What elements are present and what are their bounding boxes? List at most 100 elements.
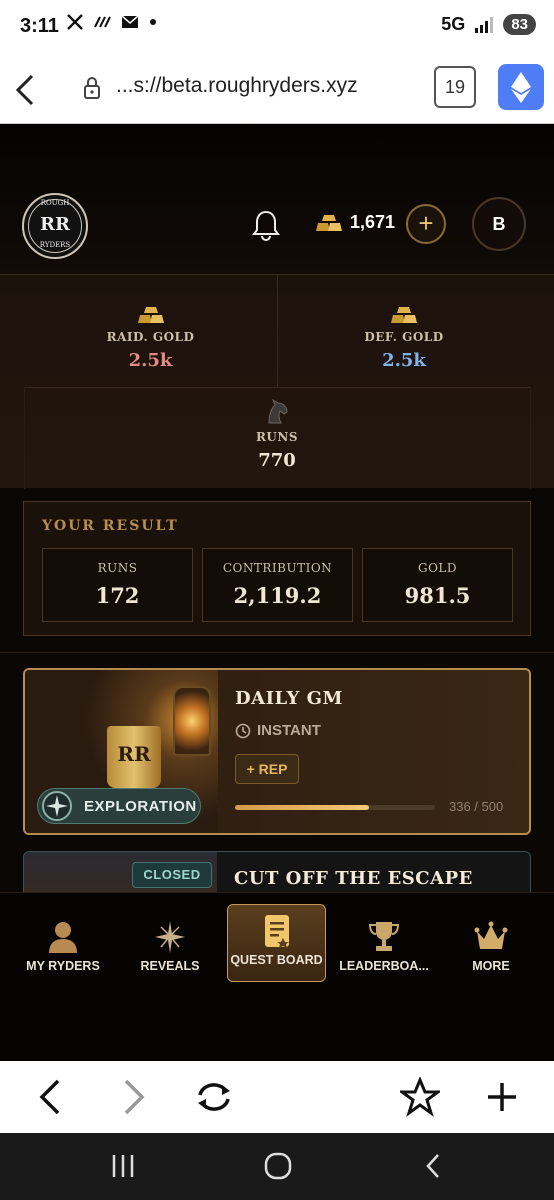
result-gold-label: GOLD	[417, 561, 457, 575]
runs-stat: RUNS 770	[24, 397, 530, 471]
bookmark-star-icon[interactable]	[400, 1077, 440, 1117]
quest-progress-fill	[235, 805, 370, 810]
tab-count-button[interactable]: 19	[434, 66, 476, 108]
ethereum-wallet-button[interactable]	[498, 64, 544, 110]
gold-bars-icon	[316, 214, 342, 231]
result-contribution-box: CONTRIBUTION 2,119.2	[202, 548, 353, 622]
ethereum-icon	[511, 72, 531, 103]
quest-scroll-icon	[264, 915, 289, 948]
new-tab-plus-icon[interactable]	[484, 1077, 520, 1117]
system-back-icon[interactable]	[420, 1149, 446, 1183]
def-gold-label: DEF. GOLD	[364, 330, 444, 344]
nav-leaderboard[interactable]: LEADERBOA...	[332, 913, 436, 973]
nav-label: MORE	[472, 959, 510, 973]
result-gold-value: 981.5	[404, 583, 471, 608]
horse-head-icon	[268, 398, 288, 424]
quest-title: CUT OFF THE ESCAPE	[234, 868, 473, 889]
result-runs-value: 172	[95, 583, 140, 608]
notification-bell-icon[interactable]	[250, 208, 282, 242]
signal-slash-icon	[94, 16, 111, 28]
nav-more[interactable]: MORE	[439, 913, 543, 973]
quest-title: DAILY GM	[235, 688, 343, 709]
signal-icon	[475, 16, 494, 33]
nav-reveals[interactable]: REVEALS	[118, 913, 222, 973]
gold-bars-icon	[137, 307, 164, 323]
exploration-badge: EXPLORATION	[37, 788, 201, 824]
bottom-nav: MY RYDERS REVEALS QUEST BOARD LEADERBOA.…	[0, 892, 554, 1061]
quest-type: INSTANT	[235, 722, 321, 739]
gold-balance: 1,671	[316, 212, 395, 233]
browser-bottom-bar	[0, 1061, 554, 1133]
stats-border	[530, 387, 531, 489]
android-navigation-bar	[0, 1133, 554, 1200]
rep-reward-badge: + REP	[235, 754, 299, 784]
raid-gold-value: 2.5k	[128, 350, 173, 371]
mug-illustration: RR	[107, 726, 161, 788]
crown-icon	[474, 921, 508, 949]
gold-balance-value: 1,671	[350, 212, 396, 232]
raid-gold-label: RAID. GOLD	[106, 330, 195, 344]
quest-image: RR EXPLORATION	[25, 670, 218, 833]
sparkle-icon	[155, 921, 185, 953]
dot-icon	[150, 19, 156, 25]
logo-top-text: ROUGH	[40, 199, 70, 207]
clock-icon	[235, 723, 251, 738]
your-result-title: YOUR RESULT	[42, 518, 179, 534]
mail-icon	[121, 15, 139, 28]
home-icon[interactable]	[262, 1149, 294, 1183]
stats-divider	[24, 387, 530, 388]
closed-status-badge: CLOSED	[132, 862, 212, 888]
raid-gold-stat: RAID. GOLD 2.5k	[24, 305, 277, 371]
network-label: 5G	[441, 14, 466, 34]
nav-label: QUEST BOARD	[230, 953, 323, 967]
browser-url-bar: ...s://beta.roughryders.xyz 19	[0, 56, 554, 124]
app-viewport: ROUGH RR RYDERS 1,671 + B RAID. GOLD 2.5…	[0, 124, 554, 1061]
status-bar: 3:11 5G 83	[0, 0, 554, 56]
def-gold-stat: DEF. GOLD 2.5k	[278, 305, 530, 371]
x-logo-icon	[67, 14, 83, 30]
quest-card-daily-gm[interactable]: RR EXPLORATION DAILY GM INSTANT + REP 33…	[23, 668, 531, 835]
lock-icon[interactable]	[82, 76, 102, 100]
logo-monogram: RR	[40, 214, 70, 235]
person-icon	[49, 922, 77, 953]
nav-quest-board[interactable]: QUEST BOARD	[227, 904, 326, 982]
runs-label: RUNS	[255, 430, 299, 444]
refresh-icon[interactable]	[192, 1077, 236, 1117]
nav-my-ryders[interactable]: MY RYDERS	[11, 913, 115, 973]
trophy-icon	[368, 922, 400, 951]
add-gold-button[interactable]: +	[406, 204, 446, 244]
battery-badge: 83	[503, 14, 536, 35]
nav-label: LEADERBOA...	[339, 959, 429, 973]
exploration-label: EXPLORATION	[84, 798, 197, 815]
gold-bars-icon	[391, 307, 417, 323]
rough-ryders-logo[interactable]: ROUGH RR RYDERS	[22, 193, 88, 259]
raid-stats-panel: RAID. GOLD 2.5k DEF. GOLD 2.5k RUNS 770	[0, 274, 554, 489]
result-gold-box: GOLD 981.5	[362, 548, 513, 622]
logo-bottom-text: RYDERS	[39, 241, 71, 249]
your-result-panel: YOUR RESULT RUNS 172 CONTRIBUTION 2,119.…	[23, 501, 531, 636]
browser-back-icon[interactable]	[10, 70, 40, 110]
quest-progress-bar	[235, 805, 435, 810]
compass-icon	[42, 791, 72, 821]
result-runs-label: RUNS	[97, 561, 138, 575]
nav-label: REVEALS	[140, 959, 200, 973]
browser-back-icon[interactable]	[34, 1077, 66, 1117]
result-runs-box: RUNS 172	[42, 548, 193, 622]
status-time: 3:11	[20, 15, 59, 37]
def-gold-value: 2.5k	[382, 350, 426, 371]
runs-value: 770	[258, 450, 296, 471]
recent-apps-icon[interactable]	[108, 1149, 138, 1183]
avatar[interactable]: B	[472, 197, 526, 251]
browser-forward-icon[interactable]	[118, 1077, 150, 1117]
quest-type-label: INSTANT	[257, 722, 321, 739]
result-contribution-label: CONTRIBUTION	[222, 561, 333, 575]
result-contribution-value: 2,119.2	[233, 583, 322, 608]
nav-label: MY RYDERS	[26, 959, 100, 973]
status-right: 5G 83	[441, 14, 536, 35]
notification-icons	[66, 13, 158, 31]
mug-monogram: RR	[117, 742, 151, 766]
quest-progress-text: 336 / 500	[449, 799, 504, 814]
url-text[interactable]: ...s://beta.roughryders.xyz	[116, 74, 358, 98]
section-divider	[0, 652, 554, 653]
lantern-illustration	[173, 686, 211, 756]
